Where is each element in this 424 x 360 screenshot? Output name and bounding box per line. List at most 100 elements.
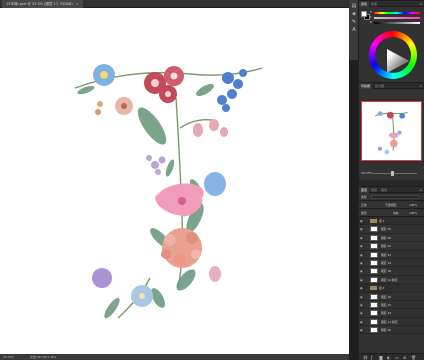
visibility-eye-icon[interactable]: ◉ <box>360 236 364 240</box>
group-folder-icon <box>370 219 377 223</box>
visibility-eye-icon[interactable]: ◉ <box>360 219 364 223</box>
filter-kind-select[interactable]: 类型 <box>361 193 367 201</box>
layer-thumbnail <box>370 226 378 233</box>
layer-name: 图层 19 <box>381 260 392 265</box>
hue-slider[interactable] <box>374 12 420 14</box>
lock-label: 锁定: <box>361 211 368 215</box>
opacity-label: 不透明度: <box>385 203 398 207</box>
document-tab[interactable]: 19字母t.psd @ 33.3% (图层 17, RGB/8) × <box>2 0 83 8</box>
visibility-eye-icon[interactable]: ◉ <box>360 244 364 248</box>
close-icon[interactable]: × <box>76 2 79 6</box>
layer-filter-row: 类型 <box>359 193 424 201</box>
layer-row[interactable]: ◉ 图层 11 拷贝 <box>359 318 424 327</box>
navigator-panel-header: 导航器 直方图 ≡ <box>359 83 424 89</box>
color-wheel[interactable] <box>369 31 417 79</box>
status-bar: 33.33% 文档:48.3M/1.48G <box>0 354 349 360</box>
history-icon[interactable]: ▤ <box>351 4 357 9</box>
visibility-eye-icon[interactable]: ◉ <box>360 253 364 257</box>
layer-name: 图层 20 <box>381 235 392 240</box>
new-layer-icon[interactable]: ⊞ <box>403 354 406 360</box>
layer-row[interactable]: ◉ 图层 22 <box>359 242 424 251</box>
visibility-eye-icon[interactable]: ◉ <box>360 311 364 315</box>
layer-row[interactable]: ◉ 图层 18 <box>359 267 424 276</box>
adjustment-icon[interactable]: ◐ <box>387 354 391 360</box>
fx-icon[interactable]: ƒ <box>371 354 372 360</box>
tab-navigator[interactable]: 导航器 <box>359 83 373 89</box>
layer-name: 图层 10 <box>381 328 392 333</box>
visibility-eye-icon[interactable]: ◉ <box>360 295 364 299</box>
navigator-zoom-value[interactable]: 33.33% <box>361 171 372 176</box>
photoshop-window: 19字母t.psd @ 33.3% (图层 17, RGB/8) × 33.33… <box>0 0 424 360</box>
panel-menu-icon[interactable]: ≡ <box>419 83 422 89</box>
navigator-zoom-knob[interactable] <box>391 171 394 176</box>
blend-opacity-row: 正常 不透明度: 100% <box>359 201 424 209</box>
layer-list: ◉ 组 1 ◉ 图层 45 ◉ 图层 20 ◉ 图层 22 ◉ 图层 21 ◉ 图层 19 ◉ 图层 18… <box>359 217 424 335</box>
blend-mode-select[interactable]: 正常 <box>361 201 367 209</box>
layer-row[interactable]: ◉ 图层 13 <box>359 309 424 318</box>
layer-row[interactable]: ◉ 图层 20 <box>359 234 424 243</box>
layer-thumbnail <box>370 310 378 317</box>
visibility-eye-icon[interactable]: ◉ <box>360 278 364 282</box>
layer-name: 图层 22 <box>381 244 392 249</box>
layers-panel: 图层 通道 路径 ≡ 类型 正常 不透明度: 100% 锁定: 填充: 100%… <box>359 186 424 360</box>
blue-flower-left <box>93 64 115 86</box>
collapsed-panel-icons: ▤ ◈ ✎ A <box>349 0 359 60</box>
trash-icon[interactable]: 🗑 <box>411 354 416 360</box>
layer-thumbnail <box>370 327 378 334</box>
properties-icon[interactable]: ◈ <box>351 12 357 17</box>
tab-color[interactable]: 颜色 <box>359 1 370 7</box>
visibility-eye-icon[interactable]: ◉ <box>360 328 364 332</box>
mask-icon[interactable]: ◙ <box>379 354 383 360</box>
saturation-slider[interactable] <box>374 17 420 19</box>
tab-swatches[interactable]: 色板 <box>369 1 379 7</box>
visibility-eye-icon[interactable]: ◉ <box>360 320 364 324</box>
panel-menu-icon[interactable]: ≡ <box>419 1 422 7</box>
visibility-eye-icon[interactable]: ◉ <box>360 269 364 273</box>
opacity-value[interactable]: 100% <box>409 201 417 209</box>
visibility-eye-icon[interactable]: ◉ <box>360 227 364 231</box>
layer-name: 图层 11 拷贝 <box>381 319 398 324</box>
foreground-color-swatch[interactable] <box>361 11 367 17</box>
layer-thumbnail <box>370 276 378 283</box>
character-icon[interactable]: A <box>351 28 357 33</box>
layer-row[interactable]: ◉ 图层 16 <box>359 293 424 301</box>
status-zoom[interactable]: 33.33% <box>3 354 14 360</box>
navigator-preview[interactable] <box>361 101 422 161</box>
red-flowers-top <box>144 66 184 103</box>
visibility-eye-icon[interactable]: ◉ <box>360 261 364 265</box>
slider-label-b: B <box>370 21 372 24</box>
layer-name: 图层 13 <box>381 311 392 316</box>
layer-row[interactable]: ◉ 图层 10 <box>359 326 424 335</box>
navigator-zoom-slider[interactable] <box>373 173 417 174</box>
layer-name: 图层 15 <box>381 302 392 307</box>
fill-value[interactable]: 100% <box>409 209 417 217</box>
layer-row[interactable]: ◉ 图层 21 <box>359 251 424 259</box>
visibility-eye-icon[interactable]: ◉ <box>360 303 364 307</box>
link-icon[interactable]: ⛓ <box>363 354 368 360</box>
layer-row[interactable]: ◉ 图层 19 <box>359 259 424 268</box>
status-doc-size: 文档:48.3M/1.48G <box>30 355 57 359</box>
layer-thumbnail <box>370 293 378 300</box>
visibility-eye-icon[interactable]: ◉ <box>360 286 364 290</box>
filter-icons[interactable] <box>371 195 419 199</box>
layer-thumbnail <box>370 251 378 258</box>
tab-histogram[interactable]: 直方图 <box>373 83 386 89</box>
layer-row[interactable]: ◉ 图层 14 拷贝 <box>359 276 424 285</box>
pink-bell-flowers <box>193 119 228 137</box>
lock-fill-row: 锁定: 填充: 100% <box>359 209 424 217</box>
layer-thumbnail <box>370 234 378 241</box>
canvas[interactable] <box>0 8 349 354</box>
layer-row[interactable]: ◉ 图层 45 <box>359 225 424 234</box>
folder-icon[interactable]: ▭ <box>395 354 399 360</box>
layer-group-row[interactable]: ◉ 组 2 <box>359 284 424 293</box>
hydrangea <box>161 228 202 268</box>
pink-flower-left <box>95 97 133 115</box>
layer-group-row[interactable]: ◉ 组 1 <box>359 217 424 226</box>
layer-name: 图层 14 拷贝 <box>381 277 398 282</box>
layer-name: 图层 45 <box>381 227 392 232</box>
brightness-slider[interactable] <box>374 22 420 24</box>
layer-name: 组 1 <box>379 219 385 223</box>
floral-letter-artwork <box>74 64 263 319</box>
layer-row[interactable]: ◉ 图层 15 <box>359 301 424 310</box>
brush-settings-icon[interactable]: ✎ <box>351 20 357 25</box>
